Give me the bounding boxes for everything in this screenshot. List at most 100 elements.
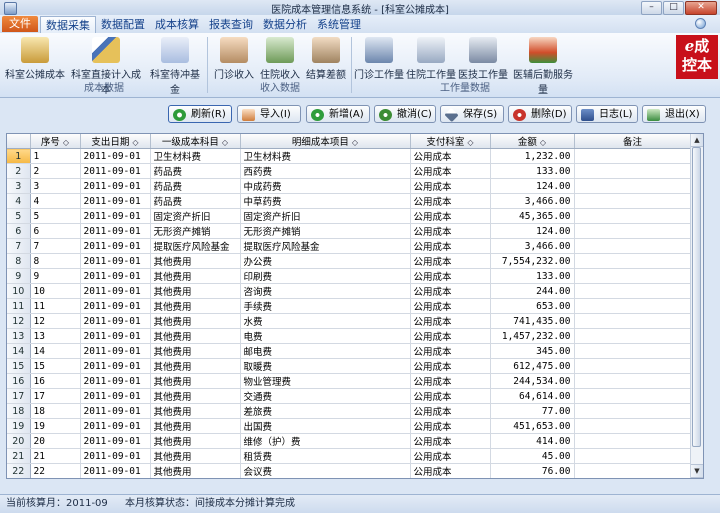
exit-button[interactable]: 退出(X) [642,105,706,123]
cell-remark[interactable] [574,373,692,389]
row-number[interactable]: 5 [7,208,31,224]
cell-department[interactable]: 公用成本 [410,193,491,209]
cell-remark[interactable] [574,448,692,464]
table-row[interactable]: 12 12 2011-09-01 其他费用 水费 公用成本 741,435.00 [7,313,692,329]
cell-date[interactable]: 2011-09-01 [80,358,151,374]
cell-remark[interactable] [574,193,692,209]
cell-detail-item[interactable]: 中成药费 [240,178,411,194]
cell-date[interactable]: 2011-09-01 [80,479,150,480]
tab-system-admin[interactable]: 系统管理 [314,16,364,33]
cell-seq[interactable]: 21 [30,448,81,464]
row-number[interactable]: 15 [7,358,31,374]
cell-remark[interactable] [574,403,692,419]
cell-amount[interactable]: 77.00 [490,403,575,419]
cell-seq[interactable]: 14 [30,343,81,359]
cell-department[interactable]: 公用成本 [410,148,491,164]
table-row[interactable]: 18 18 2011-09-01 其他费用 差旅费 公用成本 77.00 [7,403,692,419]
cell-detail-item[interactable]: 会议费 [240,463,411,478]
tab-cost-accounting[interactable]: 成本核算 [152,16,202,33]
cell-amount[interactable]: 741,435.00 [490,313,575,329]
cell-remark[interactable] [574,253,692,269]
cell-detail-item[interactable]: 固定资产折旧 [240,208,411,224]
ribbon-outpatient-workload[interactable]: 门诊工作量 [354,35,404,81]
cell-remark[interactable] [574,238,692,254]
close-button[interactable]: ✕ [685,1,717,15]
cell-date[interactable]: 2011-09-01 [80,298,151,314]
row-number[interactable]: 2 [7,163,31,179]
cell-remark[interactable] [574,178,692,194]
cell-category[interactable]: 其他费用 [150,253,241,269]
ribbon-support-service-volume[interactable]: 医辅后勤服务量 [510,35,576,96]
cell-department[interactable]: 公用成本 [410,479,490,480]
cell-amount[interactable]: 75.00 [490,479,574,480]
cell-seq[interactable]: 6 [30,223,81,239]
cell-remark[interactable] [574,163,692,179]
cell-category[interactable]: 固定资产折旧 [150,208,241,224]
delete-button[interactable]: 删除(D) [508,105,572,123]
cell-remark[interactable] [574,358,692,374]
row-number[interactable]: 1 [7,148,31,164]
table-row[interactable]: 8 8 2011-09-01 其他费用 办公费 公用成本 7,554,232.00 [7,253,692,269]
cell-department[interactable]: 公用成本 [410,178,491,194]
cell-category[interactable]: 药品费 [150,178,241,194]
cell-detail-item[interactable]: 手续费 [240,298,411,314]
ribbon-dept-shared-cost[interactable]: 科室公摊成本 [4,35,66,81]
cell-detail-item[interactable]: 取暖费 [240,358,411,374]
cell-seq[interactable]: 13 [30,328,81,344]
tab-data-config[interactable]: 数据配置 [98,16,148,33]
row-number[interactable]: 18 [7,403,31,419]
table-row[interactable]: 5 5 2011-09-01 固定资产折旧 固定资产折旧 公用成本 45,365.00 [7,208,692,224]
row-number[interactable]: 6 [7,223,31,239]
ribbon-dept-direct-cost[interactable]: 科室直接计入成本 [70,35,142,96]
cell-department[interactable]: 公用成本 [410,253,491,269]
col-header-date[interactable]: 支出日期 ◇ [80,134,151,149]
cell-detail-item[interactable]: 水费 [240,313,411,329]
cell-date[interactable]: 2011-09-01 [80,388,151,404]
cell-amount[interactable]: 3,466.00 [490,238,575,254]
cell-remark[interactable] [574,283,692,299]
scroll-down-icon[interactable]: ▼ [691,464,703,478]
row-number[interactable]: 20 [7,433,31,449]
refresh-button[interactable]: 刷新(R) [168,105,232,123]
cell-seq[interactable]: 8 [30,253,81,269]
col-header-detail-item[interactable]: 明细成本项目 ◇ [240,134,411,149]
cell-department[interactable]: 公用成本 [410,298,491,314]
cell-amount[interactable]: 414.00 [490,433,575,449]
cell-amount[interactable]: 653.00 [490,298,575,314]
cell-remark[interactable] [574,148,692,164]
tab-report-query[interactable]: 报表查询 [206,16,256,33]
cell-remark[interactable] [574,208,692,224]
col-header-remark[interactable]: 备注 [574,134,692,149]
row-number[interactable]: 3 [7,178,31,194]
table-row[interactable]: 17 17 2011-09-01 其他费用 交通费 公用成本 64,614.00 [7,388,692,404]
cell-seq[interactable]: 18 [30,403,81,419]
import-button[interactable]: 导入(I) [237,105,301,123]
log-button[interactable]: 日志(L) [576,105,638,123]
cell-remark[interactable] [574,268,692,284]
cell-amount[interactable]: 612,475.00 [490,358,575,374]
cell-amount[interactable]: 7,554,232.00 [490,253,575,269]
cell-department[interactable]: 公用成本 [410,448,491,464]
cell-date[interactable]: 2011-09-01 [80,283,151,299]
cell-detail-item[interactable]: 出国费 [240,418,411,434]
cell-detail-item[interactable]: 交通费 [240,388,411,404]
cell-detail-item[interactable]: 邮电费 [240,343,411,359]
cell-detail-item[interactable]: 印刷费 [240,268,411,284]
cell-seq[interactable]: 19 [30,418,81,434]
cell-remark[interactable] [574,388,692,404]
cell-date[interactable]: 2011-09-01 [80,418,151,434]
row-number[interactable]: 22 [7,463,31,478]
cell-department[interactable]: 公用成本 [410,238,491,254]
cell-department[interactable]: 公用成本 [410,208,491,224]
cell-date[interactable]: 2011-09-01 [80,448,151,464]
cell-department[interactable]: 公用成本 [410,433,491,449]
cell-amount[interactable]: 45.00 [490,448,575,464]
table-row[interactable]: 23232011-09-01其他费用培训费公用成本75.00 [7,479,691,480]
cell-seq[interactable]: 12 [30,313,81,329]
row-number[interactable]: 12 [7,313,31,329]
table-row[interactable]: 13 13 2011-09-01 其他费用 电费 公用成本 1,457,232.00 [7,328,692,344]
row-number[interactable]: 7 [7,238,31,254]
cell-amount[interactable]: 124.00 [490,178,575,194]
table-row[interactable]: 16 16 2011-09-01 其他费用 物业管理费 公用成本 244,534.00 [7,373,692,389]
cell-date[interactable]: 2011-09-01 [80,313,151,329]
